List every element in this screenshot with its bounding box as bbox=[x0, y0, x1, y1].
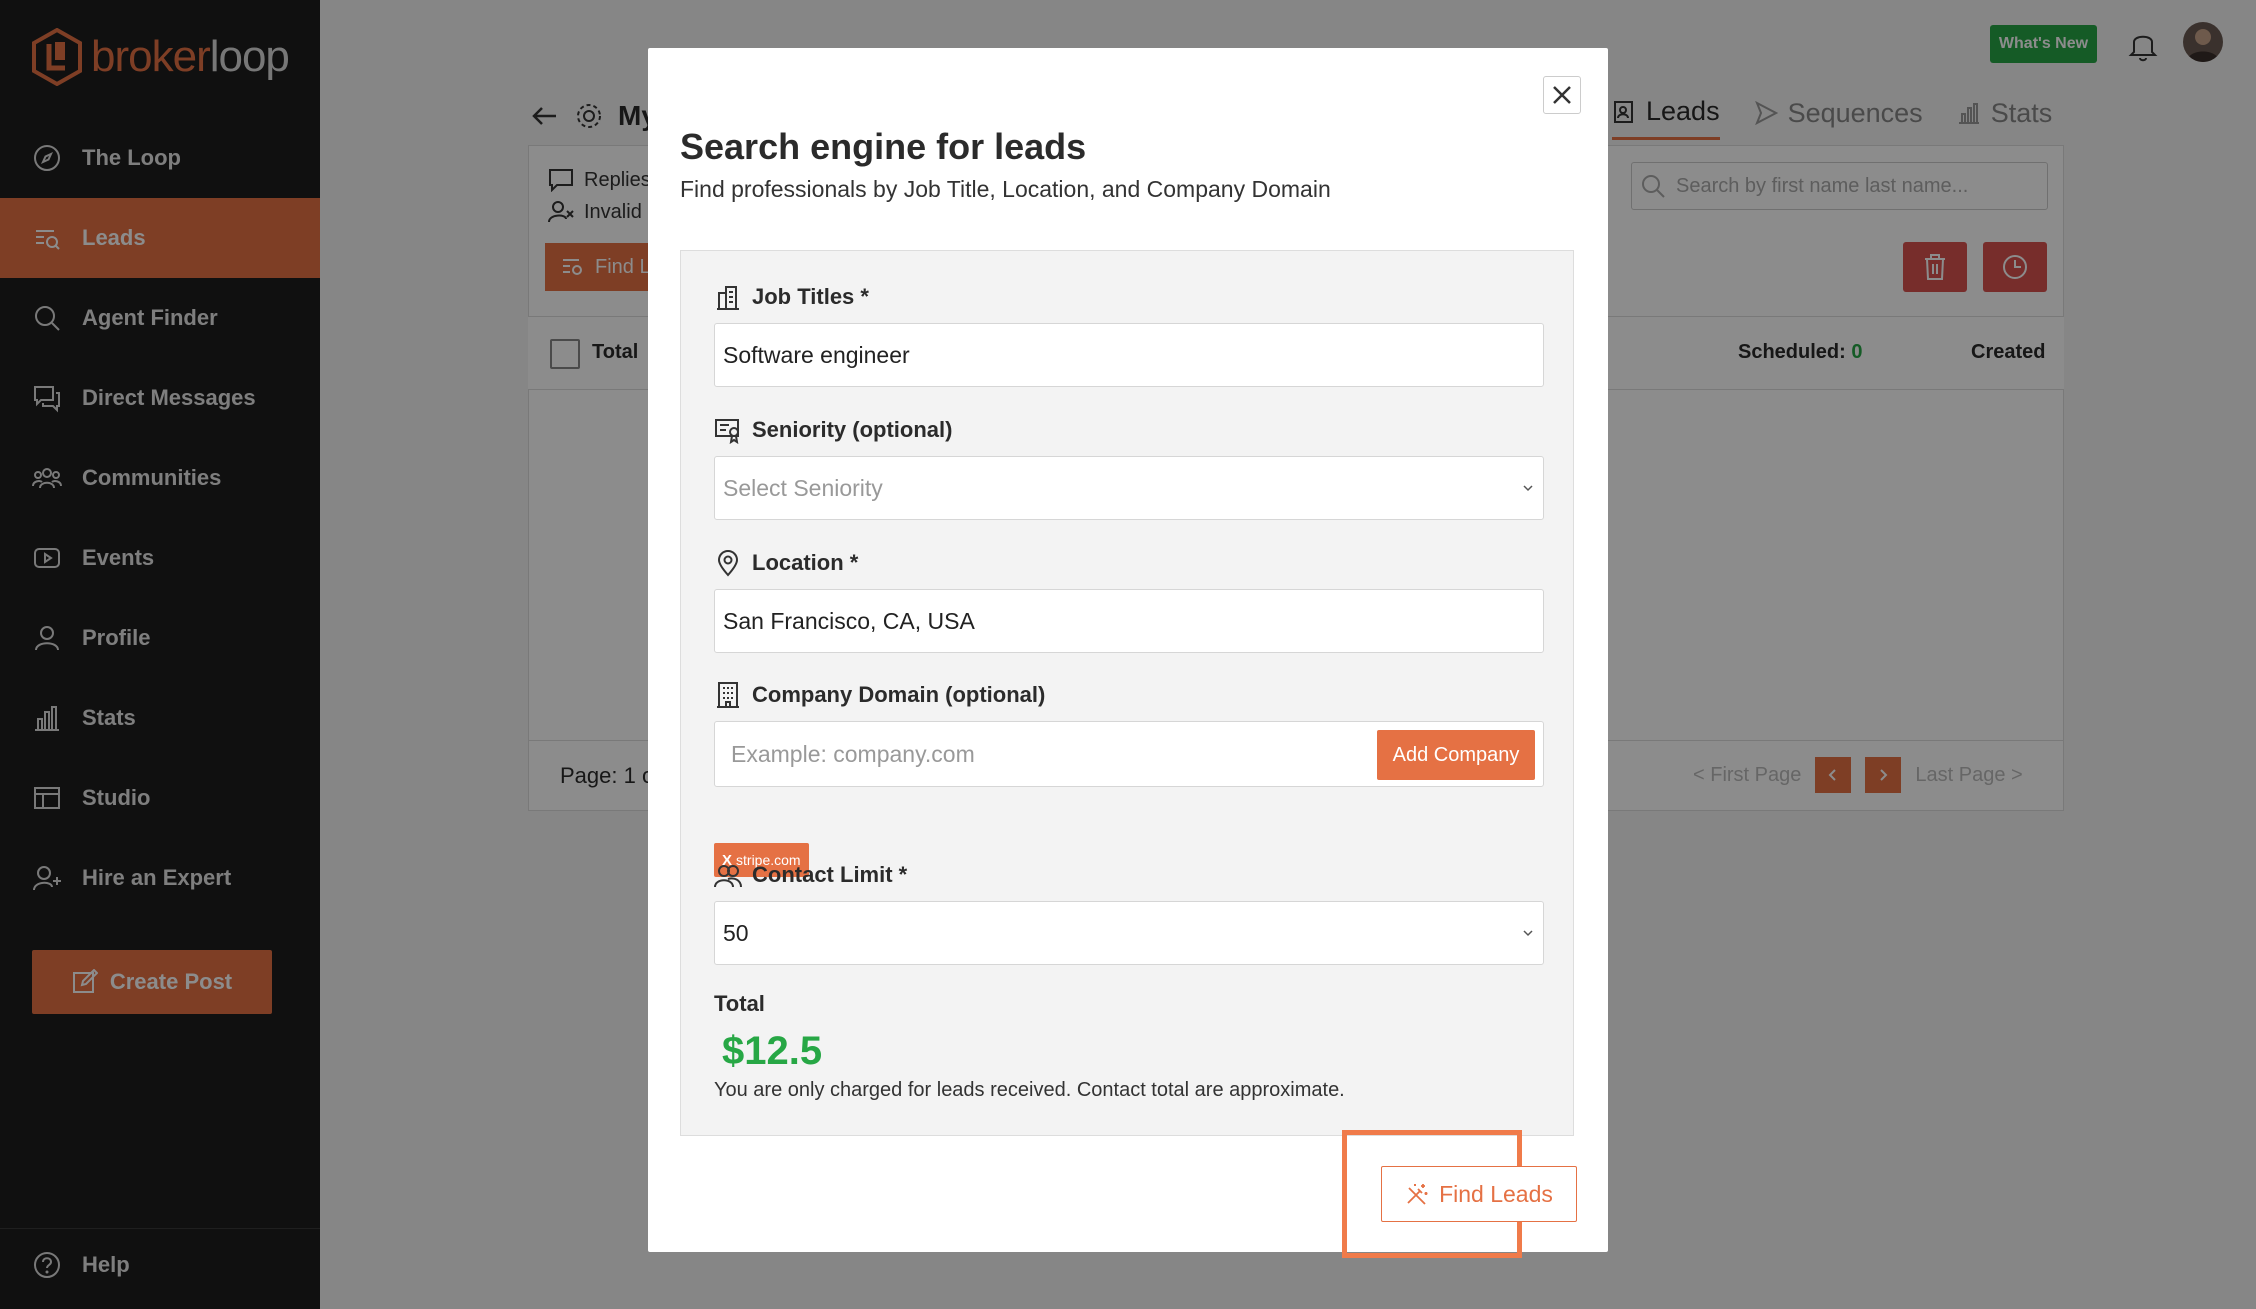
job-titles-input[interactable]: Software engineer bbox=[714, 323, 1544, 387]
seniority-select[interactable]: Select Seniority bbox=[714, 456, 1544, 520]
seniority-placeholder: Select Seniority bbox=[723, 474, 883, 501]
company-domain-input[interactable]: Example: company.com Add Company bbox=[714, 721, 1544, 787]
location-input[interactable]: San Francisco, CA, USA bbox=[714, 589, 1544, 653]
modal-subtitle: Find professionals by Job Title, Locatio… bbox=[680, 176, 1331, 202]
job-titles-label: Job Titles * bbox=[714, 283, 869, 311]
find-leads-label: Find Leads bbox=[1439, 1180, 1553, 1207]
close-icon bbox=[1553, 86, 1571, 104]
search-leads-modal: Search engine for leads Find professiona… bbox=[648, 48, 1608, 1252]
company-domain-placeholder: Example: company.com bbox=[731, 740, 975, 767]
total-note: You are only charged for leads received.… bbox=[714, 1079, 1345, 1101]
total-price: $12.5 bbox=[722, 1029, 823, 1073]
location-label: Location * bbox=[714, 549, 858, 577]
contact-limit-value: 50 bbox=[723, 919, 749, 946]
map-pin-icon bbox=[717, 549, 739, 577]
magic-wand-icon bbox=[1407, 1184, 1428, 1205]
modal-title: Search engine for leads bbox=[680, 126, 1087, 167]
add-company-button[interactable]: Add Company bbox=[1377, 730, 1535, 780]
close-button[interactable] bbox=[1543, 76, 1581, 114]
chevron-down-icon bbox=[1523, 485, 1533, 492]
company-domain-label: Company Domain (optional) bbox=[714, 681, 1045, 709]
certificate-icon bbox=[715, 419, 739, 444]
seniority-label: Seniority (optional) bbox=[714, 416, 952, 444]
total-label: Total bbox=[714, 991, 765, 1016]
building-icon bbox=[717, 286, 739, 310]
users-icon bbox=[714, 865, 742, 888]
find-leads-button[interactable]: Find Leads bbox=[1381, 1166, 1577, 1222]
search-form: Job Titles * Software engineer Seniority… bbox=[680, 250, 1574, 1136]
office-building-icon bbox=[717, 682, 739, 708]
contact-limit-label: Contact Limit * bbox=[714, 861, 907, 889]
contact-limit-select[interactable]: 50 bbox=[714, 901, 1544, 965]
chevron-down-icon bbox=[1523, 930, 1533, 937]
